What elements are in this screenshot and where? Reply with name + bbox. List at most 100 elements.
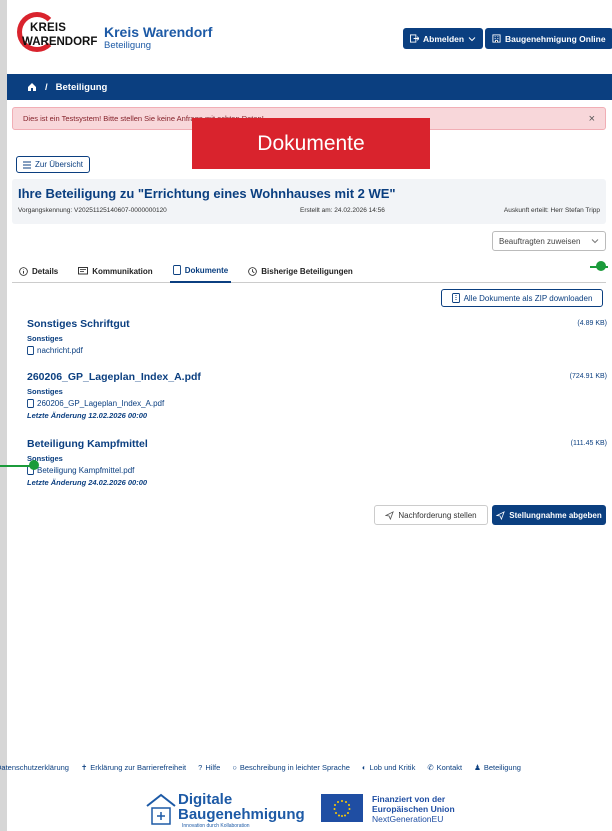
footer-link-beteiligung[interactable]: ♟ Beteiligung xyxy=(474,763,521,772)
digitale-baugenehmigung-subtitle: Innovation durch Kollaboration xyxy=(182,823,250,829)
file-pdf-icon xyxy=(27,346,34,355)
tab-dokumente-label: Dokumente xyxy=(184,265,229,275)
eu-line2: Europäischen Union xyxy=(372,804,455,814)
logout-button[interactable]: Abmelden xyxy=(403,28,484,49)
stellungnahme-button[interactable]: Stellungnahme abgeben xyxy=(492,505,606,525)
auskunft-erteilt: Auskunft erteilt: Herr Stefan Tripp xyxy=(503,207,600,214)
document-size: (4.89 KB) xyxy=(577,320,607,327)
breadcrumb-separator: / xyxy=(45,81,48,93)
list-icon xyxy=(23,161,31,168)
document-last-changed: Letzte Änderung 24.02.2026 00:00 xyxy=(27,478,148,487)
document-size: (724.91 KB) xyxy=(569,373,607,380)
tab-bisherige-beteiligungen[interactable]: Bisherige Beteiligungen xyxy=(245,259,356,283)
info-icon xyxy=(19,266,28,276)
document-title: Sonstiges Schriftgut xyxy=(27,318,130,330)
document-file-link[interactable]: nachricht.pdf xyxy=(27,346,607,355)
document-icon xyxy=(172,265,181,275)
baugenehmigung-online-label: Baugenehmigung Online xyxy=(505,33,606,44)
document-item: 260206_GP_Lageplan_Index_A.pdf (724.91 K… xyxy=(27,371,607,420)
stellungnahme-label: Stellungnahme abgeben xyxy=(509,510,602,520)
file-zip-icon xyxy=(451,293,460,303)
breadcrumb-current: Beteiligung xyxy=(55,81,108,93)
message-icon xyxy=(78,266,89,274)
tab-details[interactable]: Details xyxy=(16,259,61,283)
document-file-name: Beteiligung Kampfmittel.pdf xyxy=(37,466,135,475)
close-icon[interactable]: × xyxy=(589,113,595,125)
tab-kommunikation[interactable]: Kommunikation xyxy=(75,259,155,283)
document-category: Sonstiges xyxy=(27,334,63,343)
logout-icon xyxy=(410,34,419,43)
digitale-baugenehmigung-logo-icon xyxy=(146,793,176,825)
logo-text-line1: KREIS xyxy=(30,22,67,34)
chevron-down-icon xyxy=(468,36,476,41)
beteiligung-title: Ihre Beteiligung zu "Errichtung eines Wo… xyxy=(18,186,396,201)
document-category: Sonstiges xyxy=(27,454,63,463)
home-icon[interactable] xyxy=(27,82,37,92)
document-size: (111.45 KB) xyxy=(570,440,607,447)
logout-label: Abmelden xyxy=(423,33,465,44)
beteiligung-card: Ihre Beteiligung zu "Errichtung eines Wo… xyxy=(12,179,606,224)
send-icon xyxy=(496,510,506,520)
eu-flag-icon xyxy=(321,794,363,822)
help-icon: ? xyxy=(198,762,203,772)
baugenehmigung-online-button[interactable]: Baugenehmigung Online xyxy=(485,28,612,49)
digitale-line2: Baugenehmigung xyxy=(178,806,305,823)
footer-link-label: Lob und Kritik xyxy=(369,762,416,772)
document-file-name: nachricht.pdf xyxy=(37,346,83,355)
footer-link-barrierefreiheit[interactable]: ✝ Erklärung zur Barrierefreiheit xyxy=(81,763,186,772)
chevron-down-icon xyxy=(591,239,599,244)
back-to-overview-button[interactable]: Zur Übersicht xyxy=(16,156,91,173)
header: KREIS WARENDORF Kreis Warendorf Beteilig… xyxy=(7,0,612,74)
digitale-line1: Digitale xyxy=(178,791,233,808)
logo-text-line2: WARENDORF xyxy=(22,36,98,48)
tab-kommunikation-label: Kommunikation xyxy=(92,266,153,276)
nachforderung-label: Nachforderung stellen xyxy=(398,510,477,520)
footer-link-lob-kritik[interactable]: ◐ Lob und Kritik xyxy=(362,763,415,772)
history-icon xyxy=(248,266,258,276)
send-icon xyxy=(385,510,395,520)
footer-links: Datenschutzerklärung ✝ Erklärung zur Bar… xyxy=(0,757,608,777)
kreis-warendorf-logo[interactable]: KREIS WARENDORF xyxy=(17,12,107,54)
tab-dokumente[interactable]: Dokumente xyxy=(169,259,232,283)
brand-title: Kreis Warendorf xyxy=(104,24,213,40)
tab-bar: Details Kommunikation Dokumente Bisherig… xyxy=(12,259,606,283)
zip-download-button[interactable]: Alle Dokumente als ZIP downloaden xyxy=(441,289,603,307)
brand-subtitle: Beteiligung xyxy=(104,40,152,51)
footer-link-kontakt[interactable]: ✆ Kontakt xyxy=(427,763,462,772)
document-last-changed: Letzte Änderung 12.02.2026 00:00 xyxy=(27,411,148,420)
marker-dot xyxy=(596,261,606,271)
marker-dot xyxy=(29,460,39,470)
accessibility-icon: ✝ xyxy=(80,762,88,772)
page: KREIS WARENDORF Kreis Warendorf Beteilig… xyxy=(7,0,612,831)
footer-link-label: Kontakt xyxy=(436,762,463,772)
vorgangskennung: Vorgangskennung: V20251125140607-0000000… xyxy=(18,207,167,214)
footer-link-label: Hilfe xyxy=(205,762,221,772)
document-title: 260206_GP_Lageplan_Index_A.pdf xyxy=(27,371,201,383)
document-item: Sonstiges Schriftgut (4.89 KB) Sonstiges… xyxy=(27,318,607,355)
eu-line1: Finanziert von der xyxy=(372,794,446,804)
assign-agent-label: Beauftragten zuweisen xyxy=(499,236,581,246)
document-item: Beteiligung Kampfmittel (111.45 KB) Sons… xyxy=(27,438,607,487)
building-icon xyxy=(492,34,501,43)
user-icon: ♟ xyxy=(474,762,481,772)
digitale-baugenehmigung-title: Digitale Baugenehmigung xyxy=(178,792,305,822)
document-category: Sonstiges xyxy=(27,387,63,396)
document-file-link[interactable]: Beteiligung Kampfmittel.pdf xyxy=(27,466,607,475)
breadcrumb: / Beteiligung xyxy=(7,74,612,100)
tab-bisherige-beteiligungen-label: Bisherige Beteiligungen xyxy=(261,266,353,276)
footer-link-hilfe[interactable]: ? Hilfe xyxy=(198,763,220,772)
eu-funding-text: Finanziert von der Europäischen Union Ne… xyxy=(372,794,455,824)
footer-link-label: Beteiligung xyxy=(483,762,521,772)
footer-link-leichte-sprache[interactable]: ○ Beschreibung in leichter Sprache xyxy=(232,763,350,772)
zip-download-label: Alle Dokumente als ZIP downloaden xyxy=(463,293,593,303)
phone-icon: ✆ xyxy=(427,762,434,772)
nachforderung-button[interactable]: Nachforderung stellen xyxy=(374,505,488,525)
footer-link-datenschutz[interactable]: Datenschutzerklärung xyxy=(0,763,69,772)
assign-agent-select[interactable]: Beauftragten zuweisen xyxy=(492,231,606,251)
language-icon: ○ xyxy=(232,762,237,772)
document-file-link[interactable]: 260206_GP_Lageplan_Index_A.pdf xyxy=(27,399,607,408)
footer-link-label: Erklärung zur Barrierefreiheit xyxy=(90,762,187,772)
tab-details-label: Details xyxy=(32,266,59,276)
document-file-name: 260206_GP_Lageplan_Index_A.pdf xyxy=(37,399,165,408)
feedback-icon: ◐ xyxy=(361,762,367,772)
